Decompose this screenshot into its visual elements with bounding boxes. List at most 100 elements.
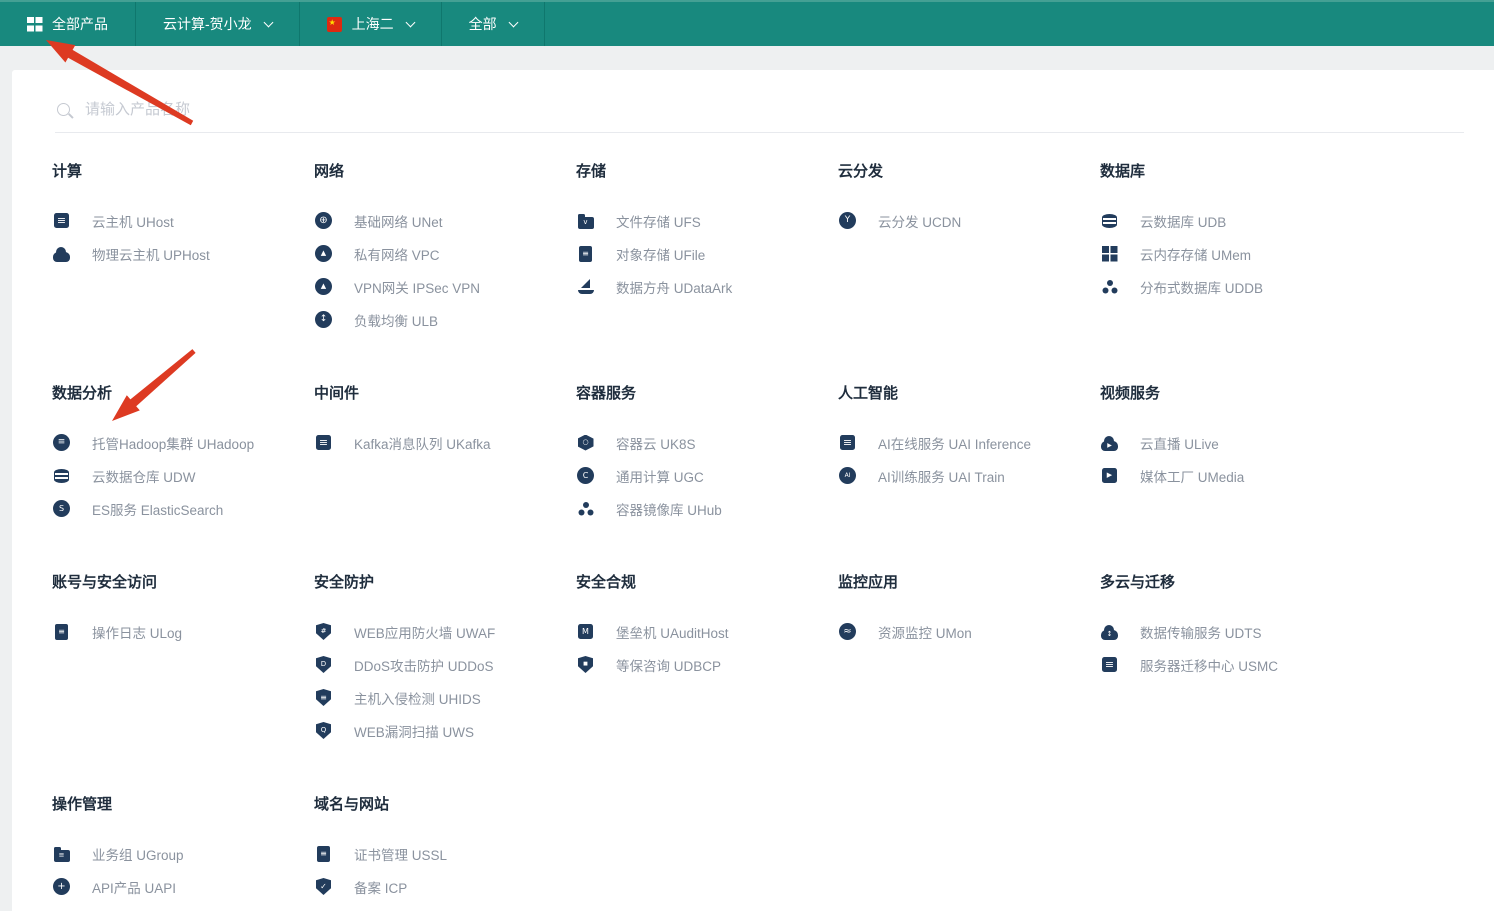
file-storage-icon: v xyxy=(578,217,594,229)
product-label: 云内存存储 UMem xyxy=(1140,244,1251,264)
product-icon-box xyxy=(576,501,595,517)
operation-log-icon: ≡ xyxy=(55,624,68,640)
all-products-button[interactable]: 全部产品 xyxy=(0,2,135,46)
product-label: 备案 ICP xyxy=(354,877,407,897)
product-link[interactable]: ≡ 主机入侵检测 UHIDS xyxy=(314,681,576,714)
product-label: 媒体工厂 UMedia xyxy=(1140,466,1244,486)
product-panel: 计算≡云主机 UHost物理云主机 UPHost网络⊕基础网络 UNet▲私有网… xyxy=(12,70,1494,911)
cdn-icon: Y xyxy=(839,212,856,229)
object-storage-icon: ≡ xyxy=(579,246,592,262)
product-search xyxy=(55,70,1464,133)
product-link[interactable]: ✓ 备案 ICP xyxy=(314,870,576,903)
product-icon-box: # xyxy=(314,623,333,640)
product-icon-box: ▲ xyxy=(314,245,333,262)
product-label: ES服务 ElasticSearch xyxy=(92,499,223,519)
server-migration-icon: ≡ xyxy=(1102,657,1117,672)
product-link[interactable]: ≡服务器迁移中心 USMC xyxy=(1100,648,1362,681)
chevron-down-icon xyxy=(508,17,518,27)
product-label: 操作日志 ULog xyxy=(92,622,182,642)
product-link[interactable]: ▶ 云直播 ULive xyxy=(1100,426,1362,459)
region-label: 上海二 xyxy=(352,14,394,34)
product-label: AI在线服务 UAI Inference xyxy=(878,433,1031,453)
section-title: 监控应用 xyxy=(838,571,1100,592)
product-link[interactable]: 云内存存储 UMem xyxy=(1100,237,1362,270)
product-icon-box xyxy=(52,246,71,262)
product-link[interactable]: ○容器云 UK8S xyxy=(576,426,838,459)
product-link[interactable]: AIAI训练服务 UAI Train xyxy=(838,459,1100,492)
product-link[interactable]: S ES服务 ElasticSearch xyxy=(52,492,314,525)
product-link[interactable]: 分布式数据库 UDDB xyxy=(1100,270,1362,303)
product-icon-box: ≡ xyxy=(314,435,333,450)
product-label: 物理云主机 UPHost xyxy=(92,244,210,264)
product-link[interactable]: ≡ AI在线服务 UAI Inference xyxy=(838,426,1100,459)
product-link[interactable]: ≡托管Hadoop集群 UHadoop xyxy=(52,426,314,459)
product-icon-box xyxy=(52,469,71,483)
live-streaming-icon: ▶ xyxy=(1101,441,1118,451)
product-link[interactable]: ≡Kafka消息队列 UKafka xyxy=(314,426,576,459)
product-link[interactable]: 数据方舟 UDataArk xyxy=(576,270,838,303)
product-label: 资源监控 UMon xyxy=(878,622,972,642)
product-link[interactable]: D DDoS攻击防护 UDDoS xyxy=(314,648,576,681)
product-icon-box: Q xyxy=(314,722,333,739)
product-link[interactable]: ■等保咨询 UDBCP xyxy=(576,648,838,681)
grid-menu-icon xyxy=(27,17,42,32)
product-icon-box: S xyxy=(52,500,71,517)
product-icon-box: D xyxy=(314,656,333,673)
product-icon-box xyxy=(1100,279,1119,295)
product-link[interactable]: +API产品 UAPI xyxy=(52,870,314,903)
product-icon-box: ≡ xyxy=(838,435,857,450)
product-link[interactable]: M堡垒机 UAuditHost xyxy=(576,615,838,648)
product-link[interactable]: ▲私有网络 VPC xyxy=(314,237,576,270)
product-icon-box: v xyxy=(576,213,595,229)
product-link[interactable]: #WEB应用防火墙 UWAF xyxy=(314,615,576,648)
region-selector[interactable]: ★ 上海二 xyxy=(300,2,441,46)
product-link[interactable]: ⊕基础网络 UNet xyxy=(314,204,576,237)
zone-selector[interactable]: 全部 xyxy=(442,2,544,46)
search-input[interactable] xyxy=(83,100,643,119)
product-link[interactable]: ≡证书管理 USSL xyxy=(314,837,576,870)
icp-shield-icon: ✓ xyxy=(316,878,331,895)
product-link[interactable]: ≡ 操作日志 ULog xyxy=(52,615,314,648)
product-link[interactable]: Y云分发 UCDN xyxy=(838,204,1100,237)
product-link[interactable]: ▶媒体工厂 UMedia xyxy=(1100,459,1362,492)
product-icon-box: ≡ xyxy=(52,213,71,228)
physical-cloud-host-icon xyxy=(53,252,70,262)
topbar-divider xyxy=(544,2,545,46)
elasticsearch-icon: S xyxy=(53,500,70,517)
product-link[interactable]: 物理云主机 UPHost xyxy=(52,237,314,270)
product-link[interactable]: v文件存储 UFS xyxy=(576,204,838,237)
zone-label: 全部 xyxy=(469,14,497,34)
product-label: 数据方舟 UDataArk xyxy=(616,277,732,297)
product-label: DDoS攻击防护 UDDoS xyxy=(354,655,494,675)
product-link[interactable]: ≈资源监控 UMon xyxy=(838,615,1100,648)
product-label: 主机入侵检测 UHIDS xyxy=(354,688,481,708)
product-section: 容器服务○容器云 UK8SC通用计算 UGC容器镜像库 UHub xyxy=(576,382,838,525)
business-group-icon: ≡ xyxy=(54,850,70,862)
product-label: 数据传输服务 UDTS xyxy=(1140,622,1262,642)
product-link[interactable]: ≡云主机 UHost xyxy=(52,204,314,237)
product-label: 分布式数据库 UDDB xyxy=(1140,277,1263,297)
product-icon-box: ≡ xyxy=(576,246,595,262)
section-title: 存储 xyxy=(576,160,838,181)
product-icon-box: C xyxy=(576,467,595,484)
product-link[interactable]: QWEB漏洞扫描 UWS xyxy=(314,714,576,747)
section-title: 云分发 xyxy=(838,160,1100,181)
product-link[interactable]: ↕负载均衡 ULB xyxy=(314,303,576,336)
product-section: 中间件≡Kafka消息队列 UKafka xyxy=(314,382,576,459)
section-title: 网络 xyxy=(314,160,576,181)
product-link[interactable]: 容器镜像库 UHub xyxy=(576,492,838,525)
basic-network-icon: ⊕ xyxy=(315,212,332,229)
product-icon-box xyxy=(576,279,595,295)
product-link[interactable]: 云数据仓库 UDW xyxy=(52,459,314,492)
product-link[interactable]: ≡对象存储 UFile xyxy=(576,237,838,270)
product-label: 云直播 ULive xyxy=(1140,433,1219,453)
product-link[interactable]: ≡业务组 UGroup xyxy=(52,837,314,870)
product-icon-box: ≡ xyxy=(314,689,333,706)
product-grid: 计算≡云主机 UHost物理云主机 UPHost网络⊕基础网络 UNet▲私有网… xyxy=(52,160,1494,903)
project-selector[interactable]: 云计算-贺小龙 xyxy=(136,2,299,46)
product-link[interactable]: 云数据库 UDB xyxy=(1100,204,1362,237)
vpn-gateway-icon: ▲ xyxy=(315,278,332,295)
product-link[interactable]: C通用计算 UGC xyxy=(576,459,838,492)
product-link[interactable]: ▲VPN网关 IPSec VPN xyxy=(314,270,576,303)
product-link[interactable]: ↕数据传输服务 UDTS xyxy=(1100,615,1362,648)
